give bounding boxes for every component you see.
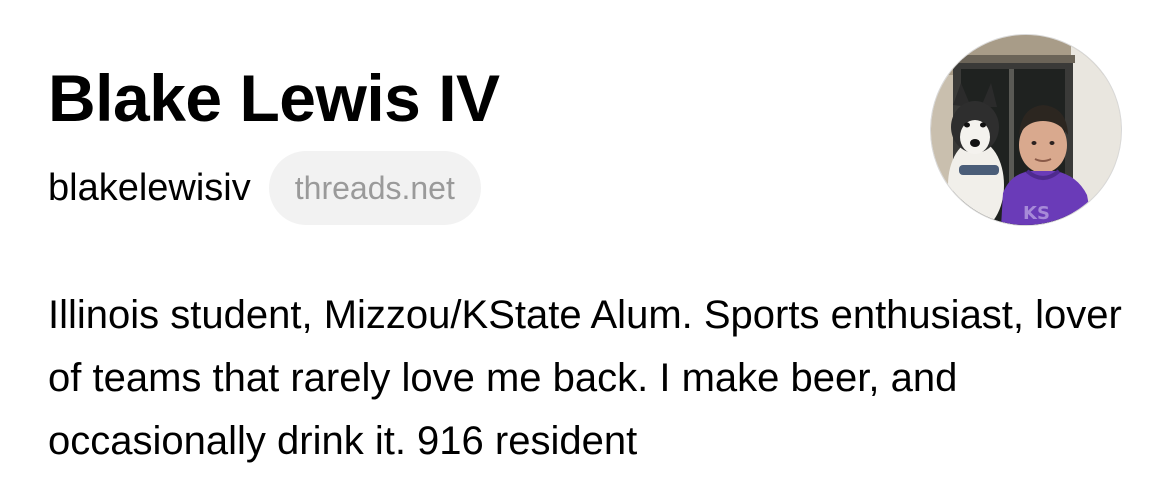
profile-photo-icon: KS — [931, 35, 1121, 225]
handle-row: blakelewisiv threads.net — [48, 150, 481, 226]
profile-avatar[interactable]: KS — [930, 34, 1122, 226]
svg-text:KS: KS — [1023, 203, 1050, 224]
threads-domain-badge[interactable]: threads.net — [268, 151, 481, 225]
profile-bio: Illinois student, Mizzou/KState Alum. Sp… — [48, 293, 1122, 463]
username[interactable]: blakelewisiv — [48, 165, 251, 211]
display-name: Blake Lewis IV — [48, 61, 500, 135]
profile-header: Blake Lewis IV blakelewisiv threads.net — [0, 0, 1170, 497]
